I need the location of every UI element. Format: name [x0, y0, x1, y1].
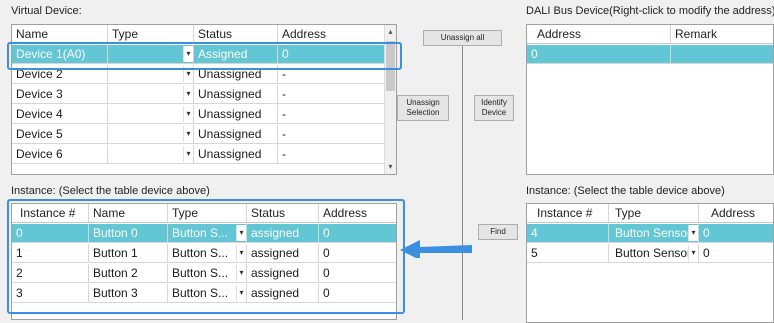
column-header-status[interactable]: Status: [194, 25, 278, 43]
chevron-down-icon[interactable]: ▾: [183, 126, 193, 142]
table-header: Address Remark: [527, 25, 773, 44]
device-status: Unassigned: [194, 105, 278, 123]
table-row[interactable]: 5 Button Sensor ▾ 0: [527, 244, 773, 263]
device-status: Unassigned: [194, 85, 278, 103]
table-row[interactable]: 4 Button Sensor ▾ 0: [527, 224, 773, 243]
device-address: -: [282, 147, 286, 161]
dali-bus-title: DALI Bus Device(Right-click to modify th…: [526, 5, 774, 17]
table-header: Instance # Type Address: [527, 204, 773, 223]
column-header-type[interactable]: Type: [609, 204, 699, 222]
table-row[interactable]: Device 4 ▾ Unassigned -: [12, 105, 386, 124]
device-type-combo[interactable]: ▾: [108, 125, 194, 143]
identify-device-button[interactable]: Identify Device: [474, 95, 514, 121]
device-name: Device 4: [12, 105, 108, 123]
column-header-instance[interactable]: Instance #: [527, 204, 609, 222]
device-type-combo[interactable]: ▾: [108, 145, 194, 163]
instance-highlight-box: [7, 199, 405, 314]
bus-remark: [671, 45, 773, 63]
table-row[interactable]: Device 5 ▾ Unassigned -: [12, 125, 386, 144]
instance-left-title: Instance: (Select the table device above…: [11, 185, 210, 197]
instance-type-combo[interactable]: Button Sensor ▾: [609, 244, 699, 262]
table-row[interactable]: Device 3 ▾ Unassigned -: [12, 85, 386, 104]
table-row[interactable]: Device 6 ▾ Unassigned -: [12, 145, 386, 164]
scroll-up-icon[interactable]: ▴: [385, 25, 396, 39]
virtual-device-title: Virtual Device:: [11, 5, 82, 17]
bus-address: 0: [527, 45, 671, 63]
device-status: Unassigned: [194, 145, 278, 163]
device-name: Device 3: [12, 85, 108, 103]
instance-address: 0: [703, 226, 710, 240]
device-address: -: [282, 107, 286, 121]
device-name: Device 5: [12, 125, 108, 143]
column-header-address[interactable]: Address: [699, 204, 773, 222]
selection-highlight-box: [7, 42, 402, 70]
unassign-selection-button[interactable]: Unassign Selection: [397, 95, 449, 121]
unassign-all-button[interactable]: Unassign all: [423, 30, 502, 46]
column-header-address[interactable]: Address: [278, 25, 386, 43]
scroll-down-icon[interactable]: ▾: [385, 160, 396, 174]
dali-bus-table[interactable]: Address Remark 0: [526, 24, 774, 175]
instance-type-combo[interactable]: Button Sensor ▾: [609, 224, 699, 242]
device-type-combo[interactable]: ▾: [108, 105, 194, 123]
arrow-left-icon: [400, 240, 472, 258]
device-status: Unassigned: [194, 125, 278, 143]
instance-right-title: Instance: (Select the table device above…: [526, 185, 725, 197]
find-button[interactable]: Find: [478, 224, 518, 240]
device-name: Device 6: [12, 145, 108, 163]
column-header-name[interactable]: Name: [12, 25, 108, 43]
column-header-type[interactable]: Type: [108, 25, 194, 43]
column-header-address[interactable]: Address: [527, 25, 671, 43]
table-row[interactable]: 0: [527, 45, 773, 64]
chevron-down-icon[interactable]: ▾: [688, 245, 698, 261]
device-address: -: [282, 87, 286, 101]
instance-right-table[interactable]: Instance # Type Address 4 Button Sensor ▾…: [526, 203, 774, 323]
center-divider: [462, 46, 463, 320]
instance-number: 5: [527, 244, 609, 262]
instance-number: 4: [527, 224, 609, 242]
chevron-down-icon[interactable]: ▾: [183, 106, 193, 122]
chevron-down-icon[interactable]: ▾: [183, 86, 193, 102]
chevron-down-icon[interactable]: ▾: [688, 225, 698, 241]
device-address: -: [282, 127, 286, 141]
instance-address: 0: [703, 246, 710, 260]
chevron-down-icon[interactable]: ▾: [183, 146, 193, 162]
column-header-remark[interactable]: Remark: [671, 25, 773, 43]
device-type-combo[interactable]: ▾: [108, 85, 194, 103]
